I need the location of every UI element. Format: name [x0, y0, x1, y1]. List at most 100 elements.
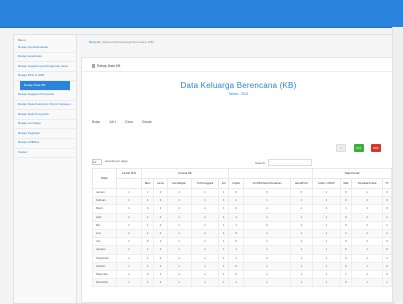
- table-cell: 1: [153, 237, 168, 247]
- table-cell: 1: [115, 261, 142, 271]
- sidebar-item-lembaga[interactable]: Rekap Lembaga: [14, 120, 76, 130]
- table-row: April 1 1 0 1 1 1 1 1 1 1 0 1 1: [92, 212, 392, 222]
- table-cell: 0: [140, 204, 155, 214]
- table-row: Januari 1 1 0 1 1 1 0 0 0 1 0 1 0: [92, 187, 392, 198]
- table-cell: 1: [218, 261, 229, 271]
- table-cell: 1: [289, 228, 314, 239]
- bulan-select[interactable]: Juli 1: [109, 120, 116, 124]
- table-cell: 1: [115, 278, 142, 288]
- table-cell: 1: [166, 220, 192, 230]
- table-cell: 1: [140, 261, 155, 271]
- desa-label: Desa: [125, 120, 133, 124]
- table-cell: 1: [227, 253, 245, 263]
- table-cell: 1: [190, 253, 220, 263]
- per-page-select[interactable]: 10: [92, 159, 102, 165]
- table-cell: 1: [166, 228, 192, 239]
- table-body: Januari 1 1 0 1 1 1 0 0 0 1 0 1 0 Februari 1 1 0 1 1 1 1 1 1 1 0 1…: [92, 187, 392, 288]
- col-header: Lama: [153, 178, 168, 189]
- sidebar-item-tani[interactable]: Rekap Data Kelompok Tani & Nelayan: [14, 101, 76, 111]
- col-header: Iud: [218, 178, 229, 189]
- export-pdf-button[interactable]: PDF: [371, 144, 381, 152]
- search-icon: ⌕: [340, 146, 342, 150]
- table-cell: 1: [289, 278, 314, 288]
- table-cell: 0: [382, 261, 392, 271]
- content-wrapper: Menu Rekap pendududukan Rekap kesehatan …: [13, 34, 396, 304]
- sidebar-item-apbdes[interactable]: Rekap APBDes: [14, 139, 76, 149]
- table-cell: 1: [382, 253, 392, 263]
- table-cell: 1: [351, 245, 384, 255]
- breadcrumb-home[interactable]: Beranda: [89, 40, 100, 44]
- cell-month: April: [92, 212, 117, 222]
- sidebar-item-kb[interactable]: Rekap Data KB: [20, 81, 70, 91]
- sidebar-item-kegiatan[interactable]: Rekap Kegiatan: [14, 129, 76, 139]
- cell-month: Maret: [92, 204, 117, 214]
- table-cell: 0: [339, 220, 353, 230]
- table-cell: 1: [382, 228, 392, 239]
- table-cell: 1: [312, 237, 341, 247]
- sidebar-item-pkk[interactable]: Rekap PKK & LPM: [14, 72, 76, 82]
- table-cell: 1: [351, 204, 384, 214]
- table-cell: 1: [289, 196, 314, 206]
- table-cell: 1: [289, 212, 314, 222]
- table-cell: 1: [227, 278, 245, 288]
- table-cell: 0: [153, 187, 168, 198]
- table-cell: 0: [339, 212, 353, 222]
- table-cell: 1: [312, 196, 341, 206]
- table-cell: 0: [153, 278, 168, 288]
- table-cell: 1: [153, 204, 168, 214]
- table-cell: 1: [289, 220, 314, 230]
- table-cell: 1: [166, 261, 192, 271]
- table-cell: 1: [382, 278, 392, 288]
- table-cell: 1: [115, 220, 142, 230]
- table-cell: 0: [382, 245, 392, 255]
- table-cell: 1: [140, 278, 155, 288]
- sidebar-item-posyandu-kegiatan[interactable]: Rekap kegiatan Posyandu: [14, 91, 76, 101]
- document-icon: [92, 64, 95, 68]
- table-cell: 0: [153, 261, 168, 271]
- table-cell: 0: [227, 187, 245, 198]
- table-cell: 1: [166, 269, 192, 280]
- table-cell: 0: [153, 196, 168, 206]
- table-row: Juni 1 1 0 1 1 1 0 1 1 1 1 1 1: [92, 228, 392, 239]
- table-cell: 1: [351, 237, 384, 247]
- table-cell: 1: [140, 245, 155, 255]
- search-button[interactable]: ⌕: [336, 144, 347, 152]
- table-cell: 0: [153, 253, 168, 263]
- table-cell: 1: [289, 253, 314, 263]
- col-header: Kembaliyan: [166, 178, 192, 189]
- table-cell: 1: [190, 245, 220, 255]
- table-cell: 1: [312, 187, 341, 198]
- table-cell: 1: [166, 196, 192, 206]
- desa-select[interactable]: Tokoak: [142, 120, 152, 124]
- table-cell: 1: [243, 196, 291, 206]
- table-row: Nopember 1 0 1 1 1 1 0 1 1 1 1 1 0: [92, 269, 392, 280]
- table-cell: 1: [243, 212, 291, 222]
- table-cell: 1: [140, 228, 155, 239]
- table-cell: 0: [227, 237, 245, 247]
- sidebar-item-penduduk[interactable]: Rekap pendududukan: [14, 43, 76, 53]
- cell-month: Desember: [92, 278, 117, 288]
- table-cell: 1: [218, 253, 229, 263]
- cell-month: Januari: [92, 187, 117, 198]
- sidebar-item-posyandu[interactable]: Rekap Data Posyandu: [14, 110, 76, 120]
- table-cell: 1: [115, 253, 142, 263]
- table-cell: 1: [218, 220, 229, 230]
- sidebar-item-pembangunan[interactable]: Rekap kegiatan pembangunan desa: [14, 62, 76, 72]
- table-cell: 0: [339, 245, 353, 255]
- top-navbar: [0, 0, 403, 28]
- sidebar-item-kesehatan[interactable]: Rekap kesehatan: [14, 53, 76, 63]
- table-cell: 0: [339, 237, 353, 247]
- col-header: Jml Pengganti: [190, 178, 220, 189]
- table-cell: 1: [190, 187, 220, 198]
- sidebar-item-keluar[interactable]: Keluar: [14, 149, 76, 159]
- table-cell: 1: [243, 245, 291, 255]
- table-search: Search:: [255, 159, 313, 166]
- table-row: Desember 1 1 0 1 1 1 1 1 1 1 0 1 1: [92, 278, 392, 288]
- export-xls-button[interactable]: XLS: [353, 144, 364, 152]
- search-input[interactable]: [268, 159, 313, 166]
- table-cell: 1: [243, 269, 291, 280]
- scrollbar[interactable]: [392, 27, 403, 302]
- table-cell: 1: [382, 212, 392, 222]
- table-cell: 1: [166, 204, 192, 214]
- table-cell: 0: [339, 187, 353, 198]
